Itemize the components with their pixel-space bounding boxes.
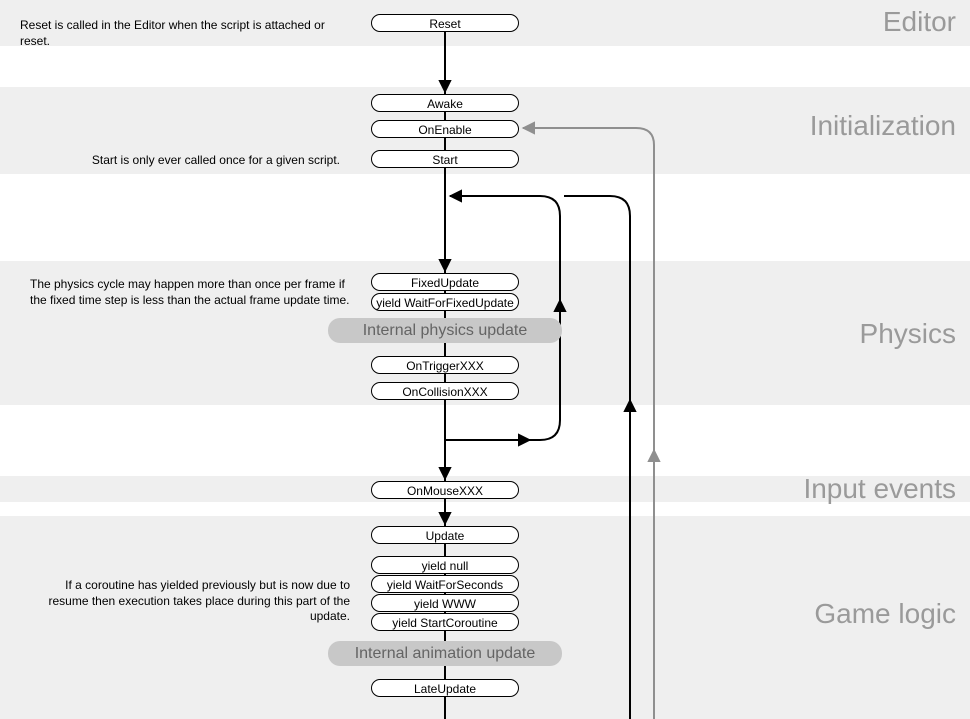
note-editor: Reset is called in the Editor when the s… [20,18,340,49]
note-physics: The physics cycle may happen more than o… [30,277,358,308]
title-init: Initialization [810,110,956,142]
node-yieldNull: yield null [371,556,519,574]
node-update: Update [371,526,519,544]
node-fixedUpdate: FixedUpdate [371,273,519,291]
node-yieldStart: yield StartCoroutine [371,613,519,631]
note-game: If a coroutine has yielded previously bu… [40,578,350,625]
node-onTrigger: OnTriggerXXX [371,356,519,374]
node-lateUpdate: LateUpdate [371,679,519,697]
node-yieldWWW: yield WWW [371,594,519,612]
node-reset: Reset [371,14,519,32]
node-onEnable: OnEnable [371,120,519,138]
node-yieldFixed: yield WaitForFixedUpdate [371,293,519,311]
node-internalPhys: Internal physics update [328,318,562,343]
title-game: Game logic [814,598,956,630]
node-onCollision: OnCollisionXXX [371,382,519,400]
title-editor: Editor [883,6,956,38]
node-yieldSeconds: yield WaitForSeconds [371,575,519,593]
node-awake: Awake [371,94,519,112]
node-start: Start [371,150,519,168]
node-onMouse: OnMouseXXX [371,481,519,499]
title-physics: Physics [860,318,956,350]
title-input: Input events [803,473,956,505]
node-internalAnim: Internal animation update [328,641,562,666]
note-init: Start is only ever called once for a giv… [40,153,340,169]
